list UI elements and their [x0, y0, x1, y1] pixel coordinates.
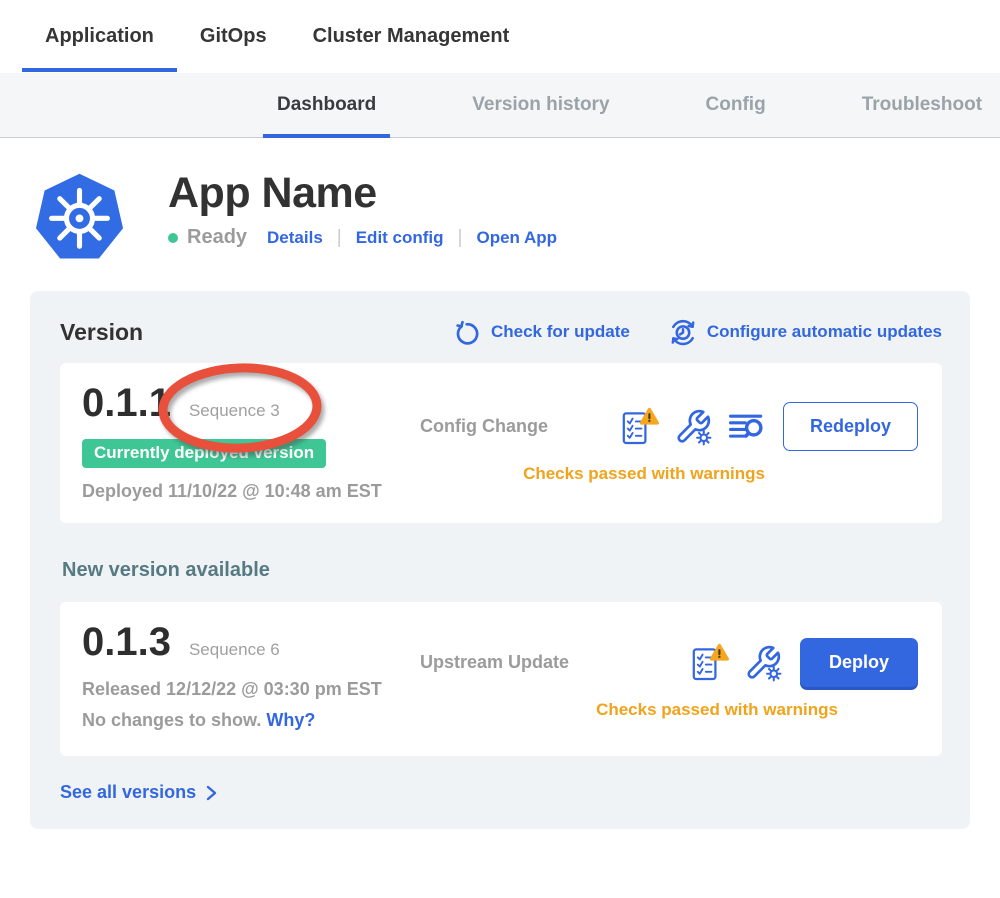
app-status: Ready — [187, 226, 247, 249]
top-nav: Application GitOps Cluster Management — [0, 0, 1000, 73]
warning-triangle-icon — [711, 645, 727, 659]
preflight-checks-status: Checks passed with warnings — [395, 464, 893, 484]
configure-automatic-updates-label: Configure automatic updates — [707, 322, 942, 342]
see-all-versions-label: See all versions — [60, 782, 196, 803]
deployed-status-badge: Currently deployed version — [82, 439, 326, 468]
version-section-title: Version — [60, 319, 417, 346]
configure-automatic-updates-button[interactable]: Configure automatic updates — [668, 317, 942, 347]
deployed-timestamp: Deployed 11/10/22 @ 10:48 am EST — [82, 481, 420, 502]
app-title: App Name — [168, 170, 557, 217]
available-version-number: 0.1.3 — [82, 622, 171, 662]
app-sub-nav: Dashboard Version history Config Trouble… — [0, 73, 1000, 138]
why-link[interactable]: Why? — [266, 710, 315, 730]
preflight-checks-warning-icon[interactable] — [689, 642, 729, 684]
preflight-checks-warning-icon[interactable] — [619, 406, 659, 448]
link-divider: | — [337, 227, 342, 249]
current-version-sequence: Sequence 3 — [189, 401, 280, 421]
current-version-card: 0.1.1 Sequence 3 Currently deployed vers… — [60, 363, 942, 523]
details-link[interactable]: Details — [267, 228, 323, 248]
check-for-update-button[interactable]: Check for update — [455, 319, 630, 346]
tab-dashboard[interactable]: Dashboard — [249, 73, 404, 137]
check-for-update-label: Check for update — [491, 322, 630, 342]
ready-status-dot-icon — [168, 233, 178, 243]
tab-version-history[interactable]: Version history — [444, 73, 637, 137]
no-changes-note: No changes to show. — [82, 710, 261, 730]
tab-gitops[interactable]: GitOps — [177, 0, 290, 73]
redeploy-button[interactable]: Redeploy — [783, 402, 918, 451]
tab-troubleshoot[interactable]: Troubleshoot — [834, 73, 1000, 137]
deploy-button[interactable]: Deploy — [800, 638, 918, 687]
link-divider: | — [458, 227, 463, 249]
version-section: Version Check for update Configure autom… — [30, 291, 970, 829]
diff-icon[interactable] — [727, 410, 765, 444]
tab-application[interactable]: Application — [22, 0, 177, 73]
wrench-config-icon[interactable] — [674, 408, 712, 446]
available-version-sequence: Sequence 6 — [189, 640, 280, 660]
version-source-label: Upstream Update — [420, 652, 590, 673]
current-version-number: 0.1.1 — [82, 383, 171, 423]
new-version-heading: New version available — [62, 559, 942, 582]
edit-config-link[interactable]: Edit config — [356, 228, 444, 248]
scheduled-update-icon — [668, 317, 698, 347]
available-version-card: 0.1.3 Sequence 6 Released 12/12/22 @ 03:… — [60, 602, 942, 756]
warning-triangle-icon — [641, 409, 657, 423]
refresh-icon — [455, 319, 482, 346]
tab-cluster-management[interactable]: Cluster Management — [290, 0, 533, 73]
version-source-label: Config Change — [420, 416, 590, 437]
app-header: App Name Ready Details | Edit config | O… — [0, 138, 1000, 263]
open-app-link[interactable]: Open App — [476, 228, 557, 248]
chevron-right-icon — [203, 784, 219, 802]
see-all-versions-link[interactable]: See all versions — [60, 782, 942, 803]
kubernetes-logo-icon — [33, 170, 126, 263]
tab-config[interactable]: Config — [678, 73, 794, 137]
released-timestamp: Released 12/12/22 @ 03:30 pm EST — [82, 679, 420, 700]
preflight-checks-status: Checks passed with warnings — [468, 700, 966, 720]
wrench-config-icon[interactable] — [744, 644, 782, 682]
